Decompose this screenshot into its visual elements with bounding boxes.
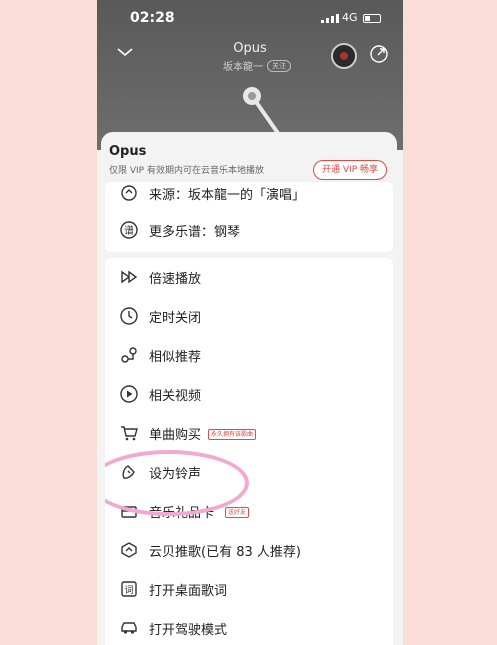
menu-item-playback-speed[interactable]: 倍速播放 — [105, 258, 393, 296]
song-info-card: 来源：坂本龍一的「演唱」 谱 更多乐谱：钢琴 — [105, 182, 393, 252]
menu-item-driving-mode[interactable]: 打开驾驶模式 — [105, 609, 393, 645]
share-icon[interactable] — [369, 44, 389, 64]
artist-row[interactable]: 坂本龍一 关注 — [223, 58, 291, 73]
video-icon — [118, 383, 140, 405]
menu-item-label: 打开桌面歌词 — [149, 583, 228, 599]
music-gift-icon — [118, 500, 140, 522]
menu-item-label: 设为铃声 — [149, 466, 202, 482]
player-header: Opus 坂本龍一 关注 — [97, 34, 403, 84]
menu-item-cloud-shell[interactable]: 云贝推歌(已有 83 人推荐) — [105, 531, 393, 569]
more-options-sheet: Opus 仅限 VIP 有效期内可在云音乐本地播放 开通 VIP 畅享 来源：坂… — [101, 132, 397, 645]
follow-button[interactable]: 关注 — [267, 59, 291, 72]
menu-item-label: 打开驾驶模式 — [149, 622, 228, 638]
ringtone-icon — [118, 461, 140, 483]
menu-item-buy-single[interactable]: 单曲购买 永久拥有该歌曲 — [105, 414, 393, 452]
signal-icon — [321, 13, 341, 23]
menu-list: 倍速播放 定时关闭 相似推荐 相关视频 单曲购买 永久拥有该歌曲 设为铃声 音乐… — [105, 258, 393, 645]
menu-item-label: 单曲购买 — [149, 427, 202, 443]
artist-name: 坂本龍一 — [223, 62, 263, 73]
menu-item-label: 音乐礼品卡 — [149, 505, 215, 521]
menu-item-label: 倍速播放 — [149, 271, 202, 287]
menu-item-desktop-lyrics[interactable]: 词 打开桌面歌词 — [105, 570, 393, 608]
menu-item-label: 相关视频 — [149, 388, 202, 404]
menu-item-label: 相似推荐 — [149, 349, 202, 365]
song-title: Opus — [233, 41, 267, 56]
playback-speed-icon — [118, 266, 140, 288]
vip-button[interactable]: 开通 VIP 畅享 — [313, 160, 387, 180]
menu-item-sheet-music[interactable]: 谱 更多乐谱：钢琴 — [105, 211, 393, 249]
svg-text:谱: 谱 — [124, 224, 134, 237]
menu-item-label: 定时关闭 — [149, 310, 202, 326]
status-bar: 02:28 4G — [97, 0, 403, 34]
buy-single-tag: 永久拥有该歌曲 — [208, 429, 257, 440]
avatar[interactable] — [331, 43, 357, 69]
sheet-title: Opus — [109, 144, 147, 159]
menu-item-label: 云贝推歌(已有 83 人推荐) — [149, 544, 301, 560]
similar-icon — [118, 344, 140, 366]
sheet-header: Opus 仅限 VIP 有效期内可在云音乐本地播放 开通 VIP 畅享 — [109, 144, 389, 180]
menu-item-ringtone[interactable]: 设为铃声 — [105, 453, 393, 491]
battery-icon — [363, 14, 381, 23]
status-time: 02:28 — [130, 10, 175, 26]
cloud-shell-icon — [118, 539, 140, 561]
gift-card-tag: 送好友 — [225, 507, 250, 518]
timer-icon — [118, 305, 140, 327]
network-type: 4G — [342, 11, 358, 24]
menu-item-label: 更多乐谱：钢琴 — [149, 224, 241, 240]
menu-item-video[interactable]: 相关视频 — [105, 375, 393, 413]
cart-icon — [118, 422, 140, 444]
menu-item-similar[interactable]: 相似推荐 — [105, 336, 393, 374]
source-icon — [118, 182, 140, 204]
phone-screen: 02:28 4G Opus 坂本龍一 关注 Opus 仅限 VIP 有效期内可在… — [97, 0, 403, 645]
desktop-lyrics-icon: 词 — [118, 578, 140, 600]
menu-item-label: 来源：坂本龍一的「演唱」 — [149, 187, 306, 203]
svg-text:词: 词 — [124, 585, 133, 596]
car-icon — [118, 617, 140, 639]
menu-item-gift-card[interactable]: 音乐礼品卡 送好友 — [105, 492, 393, 530]
menu-item-source[interactable]: 来源：坂本龍一的「演唱」 — [105, 182, 393, 212]
menu-item-timer[interactable]: 定时关闭 — [105, 297, 393, 335]
sheet-music-icon: 谱 — [118, 219, 140, 241]
